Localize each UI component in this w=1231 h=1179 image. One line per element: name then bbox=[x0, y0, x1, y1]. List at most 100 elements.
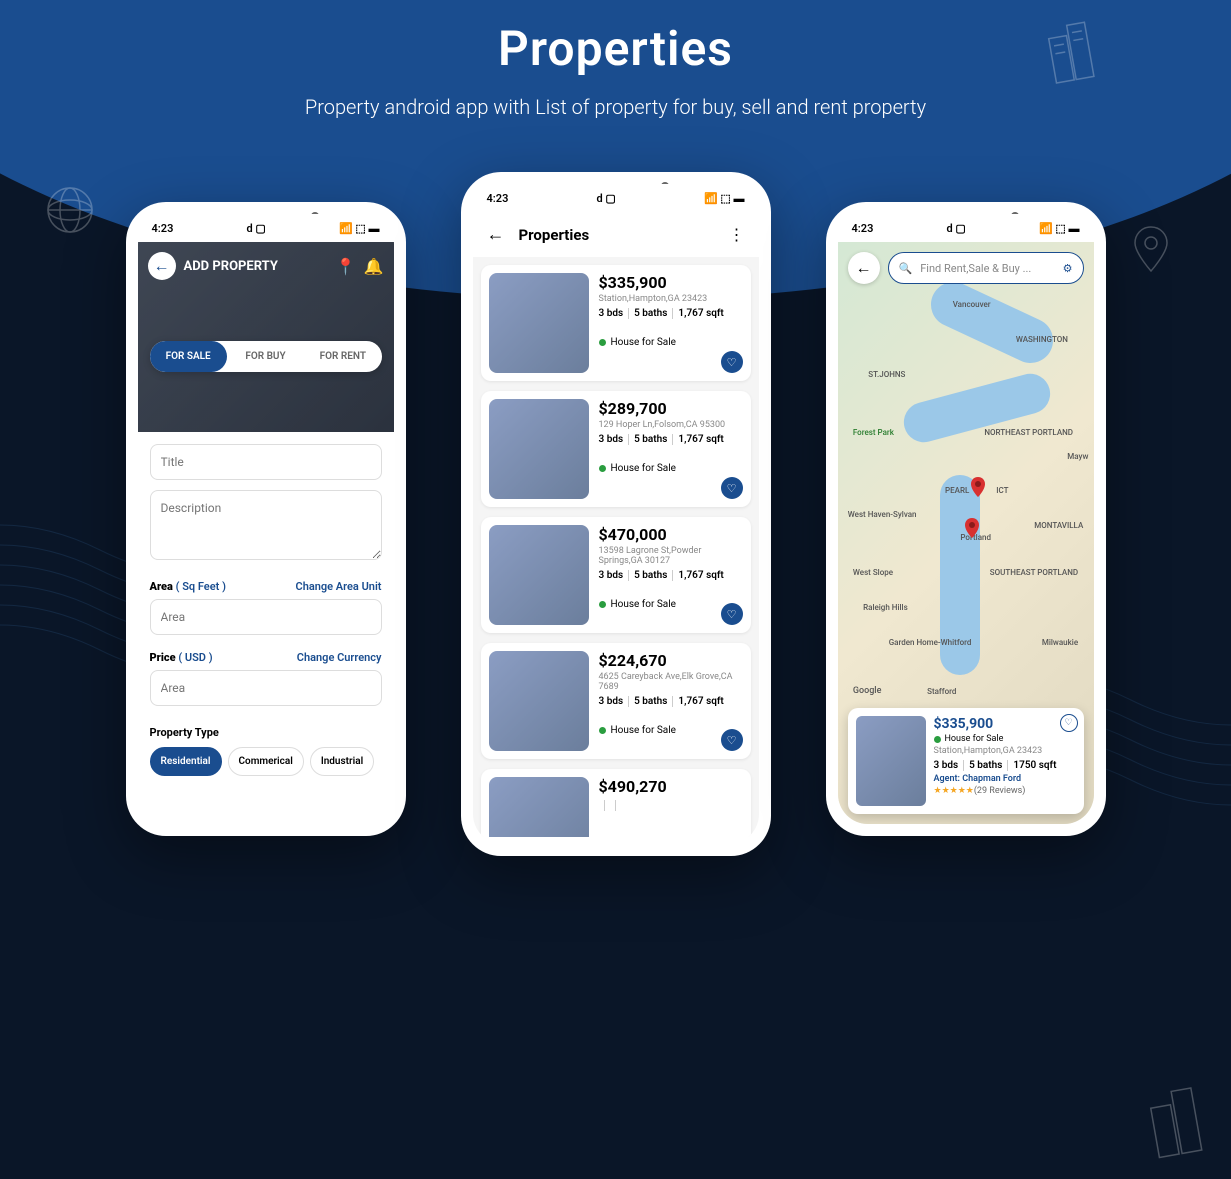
pill-industrial[interactable]: Industrial bbox=[310, 747, 374, 776]
map-pin-icon[interactable] bbox=[966, 475, 990, 499]
rating: ★★★★★(29 Reviews) bbox=[934, 786, 1076, 796]
map-property-card[interactable]: $335,900 House for Sale Station,Hampton,… bbox=[848, 708, 1084, 814]
back-button[interactable]: ← bbox=[487, 224, 505, 245]
change-area-unit-link[interactable]: Change Area Unit bbox=[296, 580, 382, 593]
area-label: Area bbox=[150, 580, 173, 593]
filter-icon[interactable]: ⚙ bbox=[1063, 262, 1073, 275]
property-stats bbox=[599, 800, 743, 811]
property-price: $289,700 bbox=[599, 399, 743, 418]
property-status: House for Sale bbox=[945, 734, 1004, 744]
property-card[interactable]: $470,000 13598 Lagrone St,Powder Springs… bbox=[481, 517, 751, 633]
property-image bbox=[489, 651, 589, 751]
property-card[interactable]: $289,700 129 Hoper Ln,Folsom,CA 95300 3 … bbox=[481, 391, 751, 507]
favorite-button[interactable]: ♡ bbox=[721, 351, 743, 373]
map-label: Vancouver bbox=[953, 300, 991, 309]
phone-property-list: 4:23d ▢ 📶 ⬚ ▬ ← Properties ⋮ $335,900 St… bbox=[461, 172, 771, 856]
property-image bbox=[489, 777, 589, 837]
page-subtitle: Property android app with List of proper… bbox=[266, 92, 966, 122]
status-dot bbox=[599, 727, 606, 734]
map-label: Mayw bbox=[1067, 452, 1088, 461]
tab-for-rent[interactable]: FOR RENT bbox=[304, 341, 381, 372]
property-stats: 3 bds5 baths1,767 sqft bbox=[599, 434, 743, 445]
tab-for-sale[interactable]: FOR SALE bbox=[150, 341, 227, 372]
map-label: Stafford bbox=[927, 687, 956, 696]
status-dot bbox=[599, 601, 606, 608]
property-image bbox=[489, 525, 589, 625]
favorite-button[interactable]: ♡ bbox=[721, 477, 743, 499]
area-unit: ( Sq Feet ) bbox=[176, 580, 226, 593]
property-price: $224,670 bbox=[599, 651, 743, 670]
map-label: Garden Home-Whitford bbox=[889, 638, 972, 647]
more-icon[interactable]: ⋮ bbox=[729, 225, 745, 244]
favorite-button[interactable]: ♡ bbox=[721, 729, 743, 751]
google-attribution: Google bbox=[853, 686, 882, 696]
map-label: Forest Park bbox=[853, 428, 894, 437]
map-label: MONTAVILLA bbox=[1034, 521, 1083, 530]
price-input[interactable] bbox=[150, 670, 382, 706]
map-label: Raleigh Hills bbox=[863, 603, 908, 612]
change-currency-link[interactable]: Change Currency bbox=[297, 651, 382, 664]
phone-map: 4:23d ▢ 📶 ⬚ ▬ Vancouver Minnehaha ST.JOH… bbox=[826, 202, 1106, 836]
screen-title: Properties bbox=[519, 226, 715, 244]
screen-title: ADD PROPERTY bbox=[184, 259, 328, 274]
property-stats: 3 bds5 baths1,767 sqft bbox=[599, 570, 743, 581]
map-label: West Haven-Sylvan bbox=[848, 510, 917, 519]
property-address: Station,Hampton,GA 23423 bbox=[599, 294, 743, 304]
property-type-label: Property Type bbox=[150, 726, 382, 739]
back-button[interactable]: ← bbox=[148, 252, 176, 280]
area-input[interactable] bbox=[150, 599, 382, 635]
price-label: Price bbox=[150, 651, 176, 664]
notification-icon[interactable]: 🔔 bbox=[364, 257, 384, 276]
pill-residential[interactable]: Residential bbox=[150, 747, 222, 776]
title-input[interactable] bbox=[150, 444, 382, 480]
status-bar: 4:23d ▢ 📶 ⬚ ▬ bbox=[138, 214, 394, 242]
property-stats: 3 bds5 baths1,767 sqft bbox=[599, 308, 743, 319]
map-label: ICT bbox=[996, 486, 1008, 495]
map-label: SOUTHEAST PORTLAND bbox=[990, 568, 1078, 577]
property-address: 129 Hoper Ln,Folsom,CA 95300 bbox=[599, 420, 743, 430]
pill-commercial[interactable]: Commerical bbox=[228, 747, 304, 776]
property-price: $335,900 bbox=[599, 273, 743, 292]
listing-type-tabs: FOR SALE FOR BUY FOR RENT bbox=[150, 341, 382, 372]
property-image bbox=[489, 399, 589, 499]
back-button[interactable]: ← bbox=[848, 252, 880, 284]
property-card[interactable]: $224,670 4625 Careyback Ave,Elk Grove,CA… bbox=[481, 643, 751, 759]
favorite-button[interactable]: ♡ bbox=[721, 603, 743, 625]
building-icon bbox=[1141, 1079, 1211, 1159]
property-price: $335,900 bbox=[934, 716, 1076, 732]
property-price: $490,270 bbox=[599, 777, 743, 796]
property-address: Station,Hampton,GA 23423 bbox=[934, 746, 1076, 756]
price-unit: ( USD ) bbox=[178, 651, 212, 664]
map-label: ST.JOHNS bbox=[868, 370, 905, 379]
page-title: Properties bbox=[0, 20, 1231, 77]
description-input[interactable] bbox=[150, 490, 382, 560]
phone-add-property: 4:23d ▢ 📶 ⬚ ▬ ← ADD PROPERTY 📍 🔔 FOR SAL… bbox=[126, 202, 406, 836]
property-status: House for Sale bbox=[611, 337, 676, 348]
property-status: House for Sale bbox=[611, 599, 676, 610]
map-pin-icon[interactable] bbox=[960, 516, 984, 540]
search-icon: 🔍 bbox=[899, 262, 913, 275]
property-card[interactable]: $335,900 Station,Hampton,GA 23423 3 bds5… bbox=[481, 265, 751, 381]
property-stats: 3 bds5 baths1,767 sqft bbox=[599, 696, 743, 707]
map-label: WASHINGTON bbox=[1016, 335, 1068, 344]
property-status: House for Sale bbox=[611, 725, 676, 736]
property-image bbox=[856, 716, 926, 806]
agent-name: Agent: Chapman Ford bbox=[934, 774, 1076, 784]
tab-for-buy[interactable]: FOR BUY bbox=[227, 341, 304, 372]
search-placeholder: Find Rent,Sale & Buy ... bbox=[920, 262, 1031, 275]
status-dot bbox=[599, 465, 606, 472]
property-image bbox=[489, 273, 589, 373]
property-address: 13598 Lagrone St,Powder Springs,GA 30127 bbox=[599, 546, 743, 566]
map-label: NORTHEAST PORTLAND bbox=[984, 428, 1073, 437]
map-label: Milwaukie bbox=[1042, 638, 1078, 647]
map-label: West Slope bbox=[853, 568, 893, 577]
favorite-button[interactable]: ♡ bbox=[1060, 714, 1078, 732]
property-price: $470,000 bbox=[599, 525, 743, 544]
status-dot bbox=[599, 339, 606, 346]
property-address: 4625 Careyback Ave,Elk Grove,CA 7689 bbox=[599, 672, 743, 692]
property-status: House for Sale bbox=[611, 463, 676, 474]
property-card[interactable]: $490,270 bbox=[481, 769, 751, 837]
location-icon[interactable]: 📍 bbox=[336, 257, 356, 276]
status-bar: 4:23d ▢ 📶 ⬚ ▬ bbox=[838, 214, 1094, 242]
search-input[interactable]: 🔍 Find Rent,Sale & Buy ... ⚙ bbox=[888, 252, 1084, 284]
